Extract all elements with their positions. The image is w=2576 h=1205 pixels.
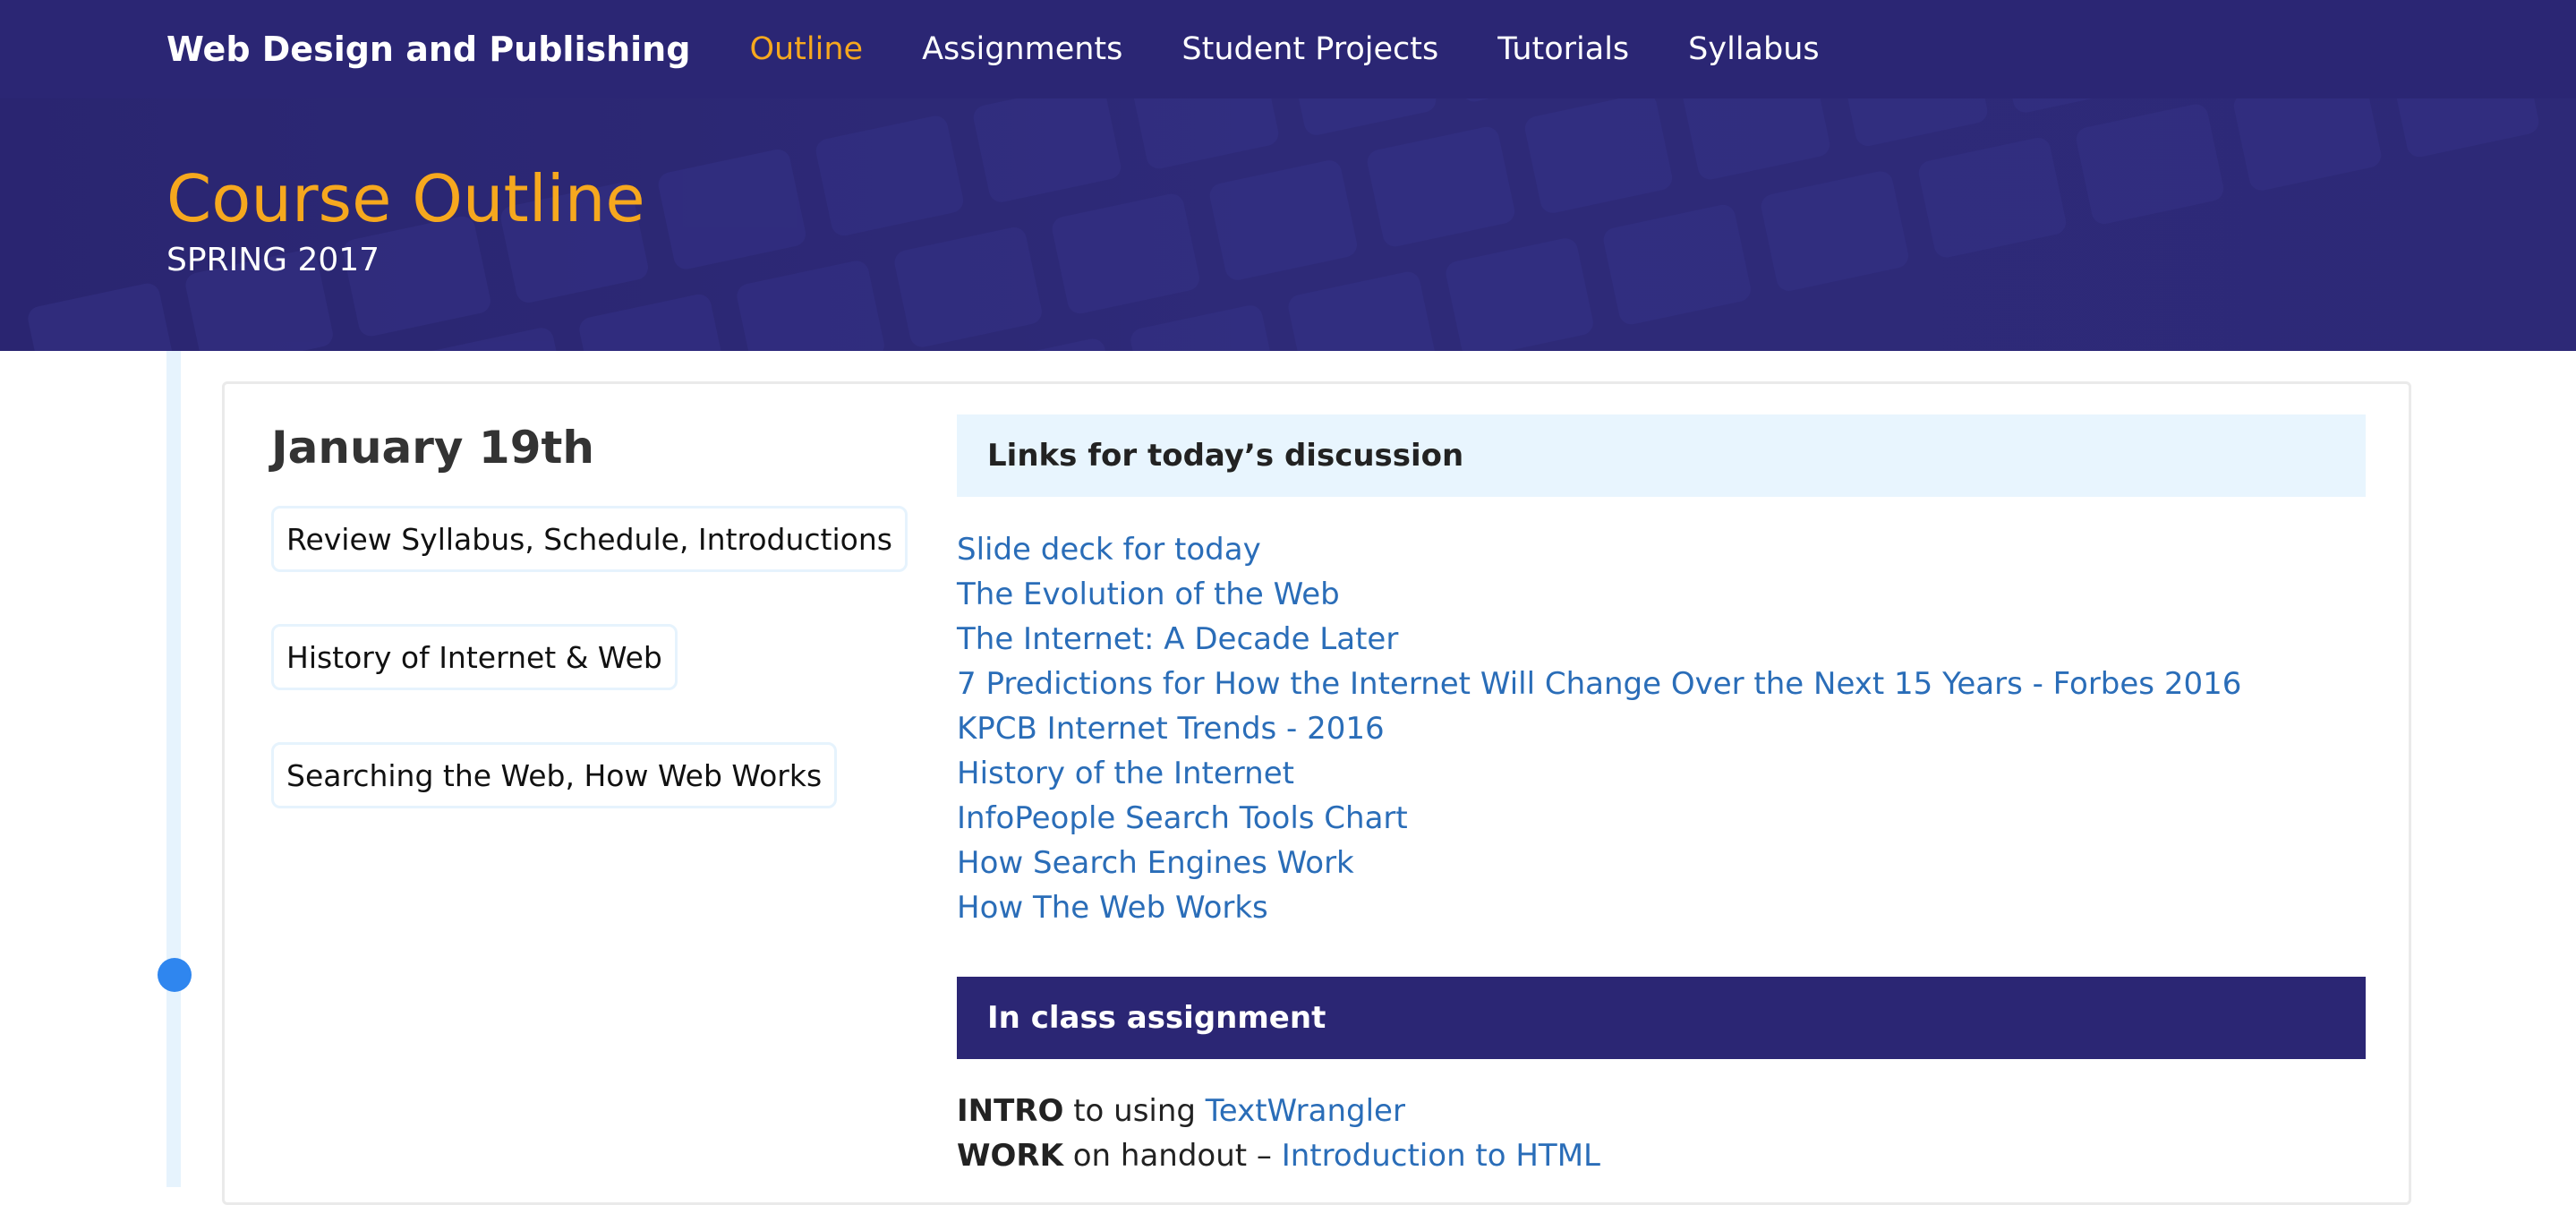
discussion-link[interactable]: How Search Engines Work bbox=[957, 845, 1354, 881]
list-item: How Search Engines Work bbox=[957, 841, 2241, 885]
nav-link-syllabus[interactable]: Syllabus bbox=[1688, 31, 1819, 67]
topic-box: Searching the Web, How Web Works bbox=[271, 742, 838, 808]
discussion-link[interactable]: History of the Internet bbox=[957, 756, 1294, 791]
list-item: History of the Internet bbox=[957, 751, 2241, 796]
discussion-link[interactable]: KPCB Internet Trends - 2016 bbox=[957, 711, 1385, 747]
discussion-link[interactable]: The Evolution of the Web bbox=[957, 577, 1340, 612]
hero-banner: Course Outline SPRING 2017 bbox=[0, 98, 2576, 351]
timeline-marker-dot bbox=[158, 958, 192, 992]
list-item: InfoPeople Search Tools Chart bbox=[957, 796, 2241, 841]
assignment-text: on handout – bbox=[1062, 1138, 1282, 1174]
nav-link-assignments[interactable]: Assignments bbox=[922, 31, 1122, 67]
assignment-link[interactable]: TextWrangler bbox=[1206, 1093, 1405, 1129]
list-item: The Evolution of the Web bbox=[957, 572, 2241, 617]
timeline-rail bbox=[166, 351, 181, 1187]
assignment-section-header: In class assignment bbox=[957, 977, 2366, 1059]
nav-link-outline[interactable]: Outline bbox=[749, 31, 863, 67]
list-item: How The Web Works bbox=[957, 885, 2241, 930]
page-subtitle: SPRING 2017 bbox=[166, 242, 380, 278]
discussion-link[interactable]: Slide deck for today bbox=[957, 532, 1261, 568]
links-section-header: Links for today’s discussion bbox=[957, 414, 2366, 497]
discussion-links-list: Slide deck for today The Evolution of th… bbox=[957, 527, 2241, 930]
assignment-line: WORK on handout – Introduction to HTML bbox=[957, 1138, 1600, 1174]
discussion-link[interactable]: How The Web Works bbox=[957, 890, 1268, 926]
outline-entry-card: January 19th Review Syllabus, Schedule, … bbox=[222, 381, 2411, 1205]
list-item: 7 Predictions for How the Internet Will … bbox=[957, 662, 2241, 706]
list-item: KPCB Internet Trends - 2016 bbox=[957, 706, 2241, 751]
assignment-line: INTRO to using TextWrangler bbox=[957, 1093, 1405, 1129]
discussion-link[interactable]: 7 Predictions for How the Internet Will … bbox=[957, 666, 2241, 702]
topic-box: Review Syllabus, Schedule, Introductions bbox=[271, 506, 908, 572]
assignment-verb: WORK bbox=[957, 1138, 1063, 1174]
assignment-link[interactable]: Introduction to HTML bbox=[1282, 1138, 1600, 1174]
list-item: Slide deck for today bbox=[957, 527, 2241, 572]
topic-box: History of Internet & Web bbox=[271, 624, 678, 690]
page-title: Course Outline bbox=[166, 161, 645, 236]
discussion-link[interactable]: InfoPeople Search Tools Chart bbox=[957, 800, 1408, 836]
assignment-verb: INTRO bbox=[957, 1093, 1064, 1129]
entry-date: January 19th bbox=[271, 422, 595, 474]
discussion-link[interactable]: The Internet: A Decade Later bbox=[957, 621, 1398, 657]
assignment-text: to using bbox=[1063, 1093, 1206, 1129]
list-item: The Internet: A Decade Later bbox=[957, 617, 2241, 662]
site-brand[interactable]: Web Design and Publishing bbox=[166, 30, 690, 69]
top-navbar: Web Design and Publishing Outline Assign… bbox=[0, 0, 2576, 98]
nav-link-student-projects[interactable]: Student Projects bbox=[1181, 31, 1438, 67]
nav-link-tutorials[interactable]: Tutorials bbox=[1497, 31, 1629, 67]
